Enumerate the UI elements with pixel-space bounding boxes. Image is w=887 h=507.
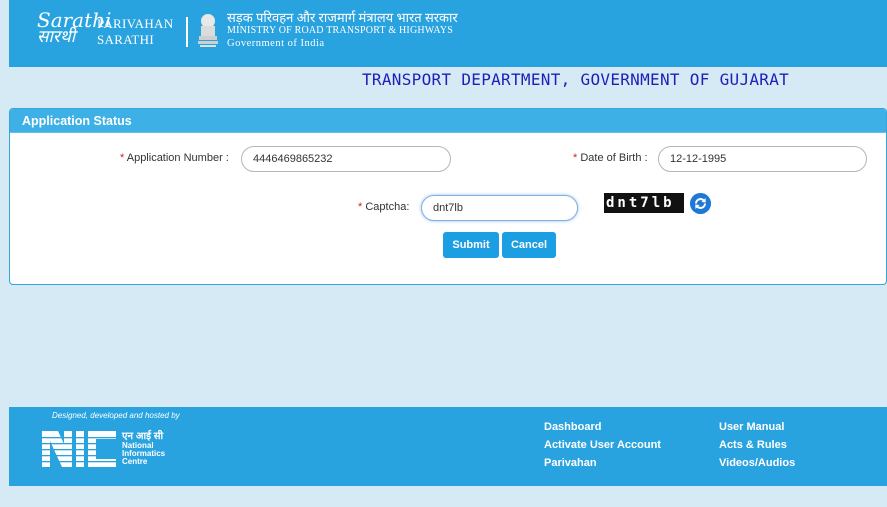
required-marker: * [120, 152, 125, 164]
application-number-input[interactable] [241, 146, 451, 172]
dob-label: * Date of Birth : [573, 152, 648, 164]
site-header: Sarathi सारथी PARIVAHAN SARATHI सड़क परि… [9, 0, 887, 67]
footer-link-acts-rules[interactable]: Acts & Rules [719, 439, 787, 451]
submit-button[interactable]: Submit [443, 232, 499, 258]
ministry-english: MINISTRY OF ROAD TRANSPORT & HIGHWAYS [227, 25, 454, 36]
captcha-label: * Captcha: [358, 201, 410, 213]
parivahan-line2: SARATHI [97, 32, 154, 47]
required-marker: * [358, 201, 363, 213]
designed-by-text: Designed, developed and hosted by [52, 411, 180, 420]
required-marker: * [573, 152, 578, 164]
cancel-button[interactable]: Cancel [502, 232, 556, 258]
header-divider [186, 17, 188, 47]
ministry-block: सड़क परिवहन और राजमार्ग मंत्रालय भारत सर… [227, 11, 458, 50]
application-status-panel: Application Status * Application Number … [9, 108, 887, 285]
captcha-input[interactable] [421, 195, 578, 221]
government-of-india: Government of India [227, 38, 325, 49]
footer-link-videos-audios[interactable]: Videos/Audios [719, 457, 795, 469]
national-emblem-icon [198, 14, 218, 47]
nic-name: National Informatics Centre [122, 441, 166, 466]
panel-title: Application Status [10, 109, 886, 133]
dob-input[interactable] [658, 146, 867, 172]
parivahan-line1: PARIVAHAN [97, 16, 174, 31]
department-title: TRANSPORT DEPARTMENT, GOVERNMENT OF GUJA… [362, 70, 790, 89]
nic-logo-icon[interactable] [42, 431, 118, 467]
refresh-icon[interactable] [690, 193, 711, 214]
footer-link-dashboard[interactable]: Dashboard [544, 421, 601, 433]
application-number-label: * Application Number : [120, 152, 229, 164]
ministry-hindi: सड़क परिवहन और राजमार्ग मंत्रालय भारत सर… [227, 10, 458, 25]
captcha-image: dnt7lb [604, 193, 684, 213]
footer-link-activate-user-account[interactable]: Activate User Account [544, 439, 661, 451]
footer-link-parivahan[interactable]: Parivahan [544, 457, 597, 469]
parivahan-logo-text: PARIVAHAN SARATHI [97, 16, 173, 48]
footer-link-user-manual[interactable]: User Manual [719, 421, 784, 433]
site-footer: Designed, developed and hosted by एन आई … [9, 407, 887, 486]
